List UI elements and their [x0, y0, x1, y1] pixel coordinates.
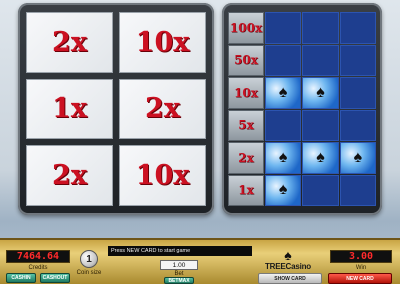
- spade-icon: ♠: [316, 83, 325, 101]
- pay-table-row: 100x: [228, 12, 376, 44]
- card-slot-filled: ♠: [265, 142, 302, 174]
- card-slot-empty: [339, 174, 376, 206]
- card-slot-empty: [339, 12, 376, 44]
- card-slot-empty: [302, 12, 339, 44]
- card-slot-empty: [339, 109, 376, 141]
- spade-icon: ♠: [284, 246, 292, 263]
- pay-table-row: 5x: [228, 109, 376, 141]
- win-display: 3.00: [330, 250, 392, 263]
- pay-table-row: 1x ♠: [228, 174, 376, 206]
- card-slot-empty: [265, 12, 302, 44]
- pay-table-row: 2x ♠ ♠ ♠: [228, 142, 376, 174]
- card-slot-filled: ♠: [265, 174, 302, 206]
- status-message: Press NEW CARD to start game: [108, 246, 252, 256]
- card-slot-filled: ♠: [339, 142, 376, 174]
- spade-icon: ♠: [278, 181, 288, 199]
- cashout-button[interactable]: CASHOUT: [40, 273, 70, 283]
- new-card-button[interactable]: NEW CARD: [328, 273, 392, 284]
- logo-text: TREECasino: [264, 261, 311, 271]
- spade-icon: ♠: [353, 148, 363, 166]
- pay-multiplier-label: 10x: [228, 77, 264, 109]
- cashin-button[interactable]: CASHIN: [6, 273, 36, 283]
- card-slot-empty: [302, 44, 339, 76]
- multiplier-cell[interactable]: 1x: [26, 78, 113, 140]
- pay-table-board: 100x 50x 10x ♠ ♠ 5x 2x ♠ ♠ ♠ 1x ♠: [222, 3, 382, 215]
- multiplier-cell[interactable]: 10x: [119, 145, 206, 206]
- card-slot-empty: [265, 109, 302, 141]
- card-slot-filled: ♠: [265, 77, 302, 109]
- spade-icon: ♠: [278, 148, 288, 166]
- card-slot-filled: ♠: [302, 142, 339, 174]
- pay-table-row: 10x ♠ ♠: [228, 77, 376, 109]
- multiplier-cell[interactable]: 2x: [119, 78, 206, 140]
- coin-size-label: Coin size: [76, 270, 102, 276]
- multiplier-cell[interactable]: 10x: [119, 12, 206, 73]
- multiplier-cell[interactable]: 2x: [26, 12, 113, 73]
- casino-logo: ♠ TREECasino: [258, 244, 318, 274]
- pay-multiplier-label: 2x: [228, 142, 264, 174]
- win-label: Win: [355, 265, 367, 271]
- credits-label: Credits: [28, 265, 48, 271]
- coin-size-icon[interactable]: 1: [80, 250, 98, 268]
- card-slot-empty: [302, 109, 339, 141]
- pay-multiplier-label: 1x: [228, 174, 264, 206]
- pay-multiplier-label: 100x: [228, 12, 264, 44]
- betmax-button[interactable]: BETMAX: [164, 277, 194, 284]
- card-slot-empty: [339, 77, 376, 109]
- credits-display: 7464.64: [6, 250, 70, 263]
- pay-table: 100x 50x 10x ♠ ♠ 5x 2x ♠ ♠ ♠ 1x ♠: [228, 12, 376, 206]
- pay-multiplier-label: 50x: [228, 44, 264, 76]
- pay-table-row: 50x: [228, 44, 376, 76]
- pay-multiplier-label: 5x: [228, 109, 264, 141]
- multiplier-board: 2x 10x 1x 2x 2x 10x: [18, 3, 214, 215]
- card-slot-empty: [339, 44, 376, 76]
- card-slot-filled: ♠: [302, 77, 339, 109]
- spade-icon: ♠: [316, 148, 325, 166]
- card-slot-empty: [302, 174, 339, 206]
- spade-icon: ♠: [278, 83, 288, 101]
- show-card-button[interactable]: SHOW CARD: [258, 273, 322, 284]
- card-slot-empty: [265, 44, 302, 76]
- multiplier-cell[interactable]: 2x: [26, 145, 113, 206]
- bet-display: 1.00: [160, 260, 198, 270]
